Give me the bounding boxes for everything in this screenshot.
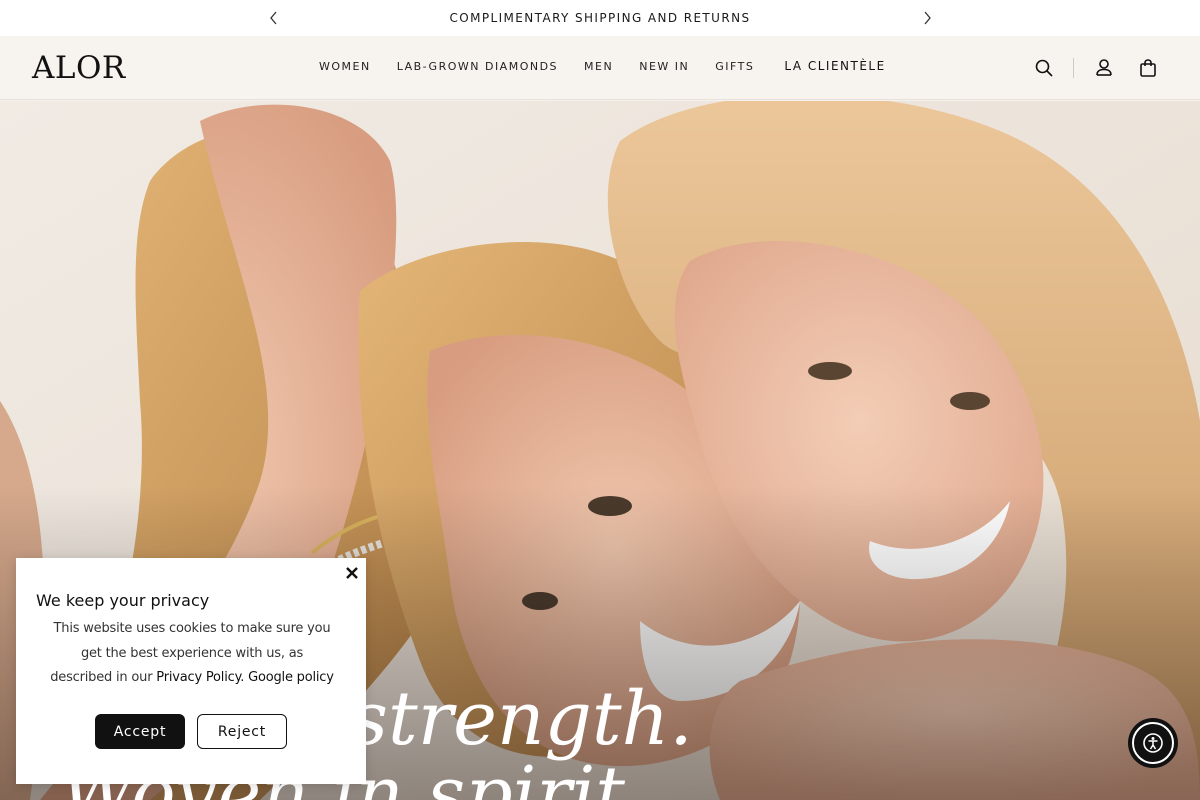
- nav-lab-grown-diamonds[interactable]: LAB-GROWN DIAMONDS: [397, 60, 558, 73]
- accessibility-button[interactable]: [1128, 718, 1178, 768]
- account-icon[interactable]: [1092, 56, 1116, 80]
- nav-la-clientele[interactable]: LA CLIENTÈLE: [784, 59, 885, 73]
- reject-button[interactable]: Reject: [197, 714, 287, 749]
- accept-button[interactable]: Accept: [95, 714, 185, 749]
- search-icon[interactable]: [1032, 56, 1056, 80]
- close-icon[interactable]: [341, 562, 363, 584]
- cookie-message: This website uses cookies to make sure y…: [50, 617, 334, 691]
- hero-headline-line1: strength.: [350, 676, 693, 762]
- cookie-title: We keep your privacy: [36, 591, 210, 610]
- privacy-policy-link[interactable]: Privacy Policy.: [156, 670, 244, 685]
- site-header: ALOR WOMEN LAB-GROWN DIAMONDS MEN NEW IN…: [0, 36, 1200, 100]
- nav-women[interactable]: WOMEN: [319, 60, 371, 73]
- chevron-right-icon[interactable]: [917, 8, 937, 28]
- nav-gifts[interactable]: GIFTS: [715, 60, 754, 73]
- announcement-text: COMPLIMENTARY SHIPPING AND RETURNS: [449, 11, 751, 25]
- nav-men[interactable]: MEN: [584, 60, 613, 73]
- cart-icon[interactable]: [1136, 56, 1160, 80]
- nav-new-in[interactable]: NEW IN: [639, 60, 689, 73]
- main-nav: WOMEN LAB-GROWN DIAMONDS MEN NEW IN GIFT…: [319, 59, 912, 73]
- brand-logo[interactable]: ALOR: [32, 50, 126, 86]
- accessibility-icon: [1132, 722, 1174, 764]
- chevron-left-icon[interactable]: [264, 8, 284, 28]
- cookie-banner: We keep your privacy This website uses c…: [16, 558, 366, 784]
- announcement-bar: COMPLIMENTARY SHIPPING AND RETURNS: [0, 0, 1200, 36]
- header-divider: [1073, 58, 1074, 78]
- google-policy-link[interactable]: Google policy: [248, 670, 334, 685]
